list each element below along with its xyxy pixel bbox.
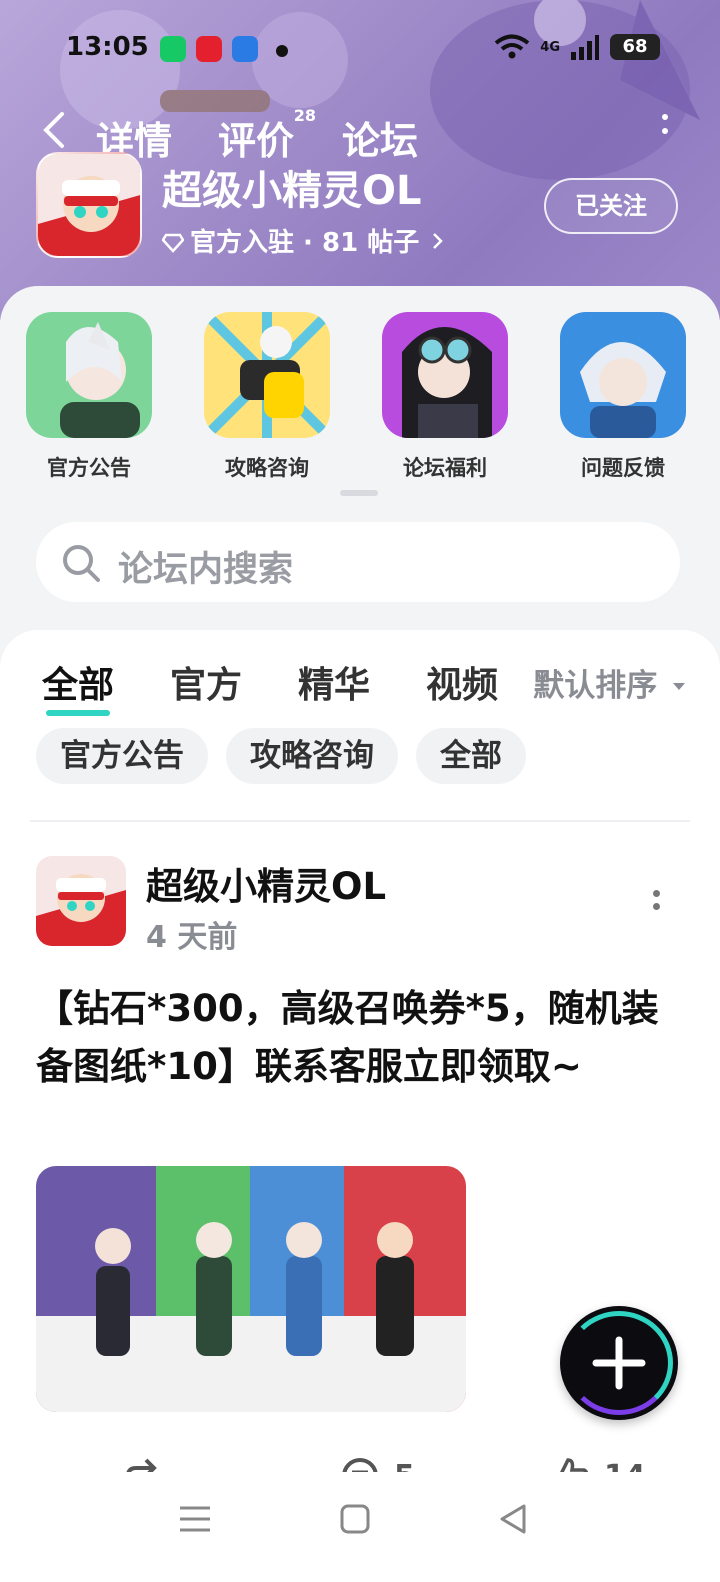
tab-forum[interactable]: 论坛 xyxy=(342,110,419,165)
battery-indicator: 68 xyxy=(610,34,660,60)
sort-label: 默认排序 xyxy=(533,668,658,704)
wifi-icon xyxy=(495,34,530,59)
shortcut-forum-benefits[interactable]: 论坛福利 xyxy=(382,312,508,482)
tab-reviews-label: 评价 xyxy=(218,119,295,163)
feed-tab-video[interactable]: 视频 xyxy=(426,656,498,708)
browser-icon xyxy=(232,36,258,62)
shortcut-official-notice-image xyxy=(26,312,152,438)
game-meta-text: 官方入驻 · 81 帖子 xyxy=(190,228,420,258)
tab-reviews-badge: 28 xyxy=(293,106,317,125)
forum-header: 13:05 4G 68 详情 评价 28 论坛 超级小精灵OL 官方入驻 · 8… xyxy=(0,0,720,320)
search-placeholder: 论坛内搜索 xyxy=(118,550,294,590)
more-icon[interactable] xyxy=(662,114,668,142)
create-post-button[interactable] xyxy=(560,1306,678,1420)
chevron-down-icon xyxy=(673,683,685,690)
shortcut-guides-image xyxy=(204,312,330,438)
back-triangle-icon[interactable] xyxy=(498,1503,528,1535)
feed-tab-all[interactable]: 全部 xyxy=(42,656,114,716)
search-input[interactable]: 论坛内搜索 xyxy=(36,522,680,602)
post-time: 4 天前 xyxy=(146,920,238,955)
game-meta[interactable]: 官方入驻 · 81 帖子 xyxy=(161,222,444,259)
drag-handle[interactable] xyxy=(340,490,378,496)
status-bar: 13:05 4G 68 xyxy=(0,28,720,68)
status-right: 4G 68 xyxy=(494,34,660,60)
wechat-icon xyxy=(160,36,186,62)
signal-icon xyxy=(571,35,599,60)
avatar[interactable] xyxy=(36,856,126,946)
game-name: 超级小精灵OL xyxy=(162,168,422,214)
post-more-icon[interactable] xyxy=(653,890,660,916)
game-icon xyxy=(36,152,142,258)
plus-icon xyxy=(592,1336,646,1390)
system-nav-bar xyxy=(0,1472,720,1582)
feed-tab-featured[interactable]: 精华 xyxy=(298,656,370,708)
chip-all[interactable]: 全部 xyxy=(416,728,526,784)
shortcut-label: 攻略咨询 xyxy=(225,456,309,480)
shortcut-label: 问题反馈 xyxy=(581,456,665,480)
menu-icon[interactable] xyxy=(178,1504,212,1534)
network-type: 4G xyxy=(540,39,560,55)
chevron-right-icon xyxy=(433,233,444,249)
post-feed: 全部 官方 精华 视频 默认排序 官方公告 攻略咨询 全部 超级小精灵OL 4 … xyxy=(0,630,720,1582)
shortcut-official-notice[interactable]: 官方公告 xyxy=(26,312,152,482)
filter-chips: 官方公告 攻略咨询 全部 xyxy=(36,728,526,784)
diamond-icon xyxy=(161,233,185,253)
notification-dot-icon xyxy=(276,45,288,57)
chip-guides[interactable]: 攻略咨询 xyxy=(226,728,398,784)
tab-reviews[interactable]: 评价 28 xyxy=(218,106,316,165)
home-icon[interactable] xyxy=(340,1504,370,1534)
sort-dropdown[interactable]: 默认排序 xyxy=(533,660,686,705)
shortcut-row: 官方公告 攻略咨询 论坛福利 问题反馈 xyxy=(0,312,720,502)
post-title[interactable]: 【钻石*300，高级召唤券*5，随机装备图纸*10】联系客服立即领取~ xyxy=(36,980,676,1096)
search-icon xyxy=(63,545,100,582)
chip-official-notice[interactable]: 官方公告 xyxy=(36,728,208,784)
shortcut-forum-benefits-image xyxy=(382,312,508,438)
divider xyxy=(30,820,690,822)
post-image[interactable] xyxy=(36,1166,466,1412)
shortcut-feedback-image xyxy=(560,312,686,438)
feed-tab-official[interactable]: 官方 xyxy=(170,656,242,708)
shortcut-feedback[interactable]: 问题反馈 xyxy=(560,312,686,482)
follow-button[interactable]: 已关注 xyxy=(544,178,678,234)
music-icon xyxy=(196,36,222,62)
post-author[interactable]: 超级小精灵OL xyxy=(146,856,386,910)
shortcut-guides[interactable]: 攻略咨询 xyxy=(204,312,330,482)
shortcut-label: 官方公告 xyxy=(47,456,131,480)
status-time: 13:05 xyxy=(66,32,149,62)
shortcut-label: 论坛福利 xyxy=(403,456,487,480)
